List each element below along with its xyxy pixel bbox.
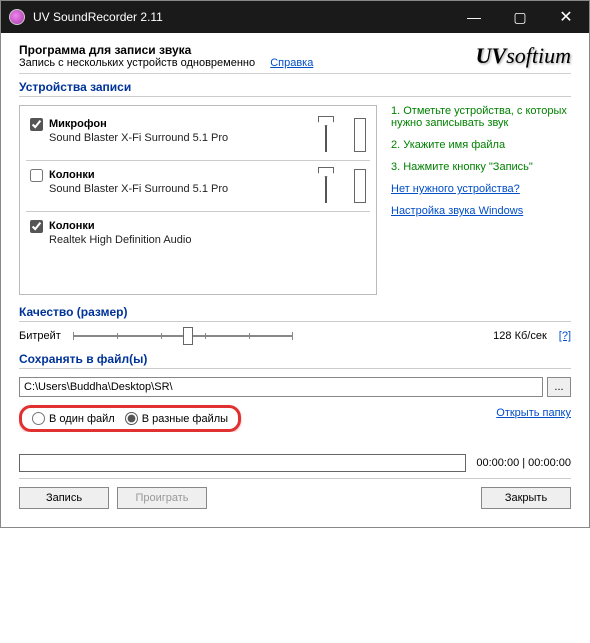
device-name: Микрофон [49, 118, 107, 130]
open-folder-link[interactable]: Открыть папку [496, 407, 571, 419]
file-mode-radios: В один файл В разные файлы [19, 405, 241, 432]
devices-section-title: Устройства записи [19, 80, 571, 97]
device-desc: Sound Blaster X-Fi Surround 5.1 Pro [49, 132, 306, 144]
minimize-button[interactable]: — [451, 1, 497, 33]
window-title: UV SoundRecorder 2.11 [33, 10, 163, 24]
device-desc: Realtek High Definition Audio [49, 234, 366, 246]
device-list: Микрофон Sound Blaster X-Fi Surround 5.1… [19, 105, 377, 295]
close-button[interactable]: Закрыть [481, 487, 571, 509]
quality-help-link[interactable]: [?] [559, 330, 571, 342]
brand-logo: UVsoftium [476, 43, 571, 69]
bitrate-label: Битрейт [19, 330, 61, 342]
record-button[interactable]: Запись [19, 487, 109, 509]
titlebar: UV SoundRecorder 2.11 — ▢ ✕ [1, 1, 589, 33]
device-volume-slider[interactable] [312, 169, 348, 203]
no-device-link[interactable]: Нет нужного устройства? [391, 183, 571, 195]
help-link[interactable]: Справка [270, 57, 313, 69]
quality-section-title: Качество (размер) [19, 305, 571, 322]
close-window-button[interactable]: ✕ [543, 1, 589, 33]
device-row: Колонки Sound Blaster X-Fi Surround 5.1 … [26, 163, 370, 209]
device-checkbox[interactable] [30, 169, 43, 182]
tips-panel: 1. Отметьте устройства, с которых нужно … [391, 105, 571, 295]
windows-sound-settings-link[interactable]: Настройка звука Windows [391, 205, 571, 217]
radio-single-file[interactable]: В один файл [32, 412, 115, 425]
save-section-title: Сохранять в файл(ы) [19, 352, 571, 369]
app-window: UV SoundRecorder 2.11 — ▢ ✕ Программа дл… [0, 0, 590, 528]
bitrate-value: 128 Кб/сек [493, 330, 547, 342]
tip-text: 2. Укажите имя файла [391, 139, 571, 151]
browse-button[interactable]: ... [547, 377, 571, 397]
tip-text: 1. Отметьте устройства, с которых нужно … [391, 105, 571, 129]
device-checkbox[interactable] [30, 220, 43, 233]
device-level-meter [354, 118, 366, 152]
save-path-input[interactable] [19, 377, 543, 397]
progress-bar [19, 454, 466, 472]
device-name: Колонки [49, 220, 95, 232]
radio-multi-file[interactable]: В разные файлы [125, 412, 228, 425]
header-title: Программа для записи звука [19, 43, 191, 57]
device-desc: Sound Blaster X-Fi Surround 5.1 Pro [49, 183, 306, 195]
bitrate-slider[interactable] [73, 335, 481, 337]
maximize-button[interactable]: ▢ [497, 1, 543, 33]
play-button[interactable]: Проиграть [117, 487, 207, 509]
device-level-meter [354, 169, 366, 203]
device-row: Микрофон Sound Blaster X-Fi Surround 5.1… [26, 112, 370, 158]
device-volume-slider[interactable] [312, 118, 348, 152]
device-row: Колонки Realtek High Definition Audio [26, 214, 370, 252]
device-checkbox[interactable] [30, 118, 43, 131]
app-icon [9, 9, 25, 25]
tip-text: 3. Нажмите кнопку "Запись" [391, 161, 571, 173]
device-name: Колонки [49, 169, 95, 181]
time-display: 00:00:00 | 00:00:00 [476, 457, 571, 469]
header-subtitle: Запись с нескольких устройств одновремен… [19, 57, 255, 69]
